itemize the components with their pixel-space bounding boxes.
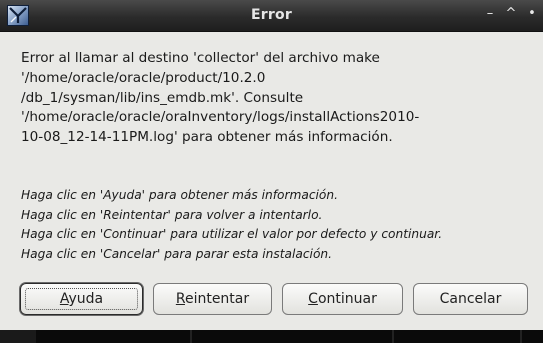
title-bar[interactable]: Error – ^ • (0, 0, 543, 32)
continuar-label-rest: ontinuar (317, 291, 377, 307)
continuar-mnemonic: C (308, 291, 318, 307)
error-message: Error al llamar al destino 'collector' d… (21, 49, 526, 148)
cancelar-label: Cancelar (439, 291, 502, 307)
continuar-button[interactable]: Continuar (282, 283, 403, 315)
maximize-icon[interactable]: ^ (503, 6, 519, 22)
window-title: Error (251, 7, 292, 23)
minimize-icon[interactable]: – (482, 6, 498, 22)
ayuda-label-rest: yuda (68, 291, 104, 307)
error-dialog: Error – ^ • Error al llamar al destino '… (0, 0, 543, 343)
hint-reintentar: Haga clic en 'Reintentar' para volver a … (21, 207, 323, 222)
reintentar-button[interactable]: Reintentar (153, 283, 272, 315)
hint-ayuda: Haga clic en 'Ayuda' para obtener más in… (21, 188, 338, 202)
error-message-line: '/home/oracle/oracle/product/10.2.0 (21, 69, 266, 86)
ayuda-mnemonic: A (59, 291, 69, 307)
background-divider (190, 330, 192, 343)
cancelar-button[interactable]: Cancelar (413, 283, 528, 315)
background-window-corner (0, 330, 36, 343)
error-message-line: Error al llamar al destino 'collector' d… (21, 50, 380, 66)
close-icon[interactable]: • (524, 6, 540, 22)
reintentar-label-rest: eintentar (184, 291, 250, 307)
background-window-edge (0, 330, 543, 343)
error-message-line: '/home/oracle/oracle/oraInventory/logs/i… (21, 109, 420, 126)
hint-continuar: Haga clic en 'Continuar' para utilizar e… (21, 227, 443, 242)
reintentar-mnemonic: R (175, 291, 185, 307)
background-divider (520, 330, 522, 343)
background-divider (392, 330, 394, 343)
hint-cancelar: Haga clic en 'Cancelar' para parar esta … (21, 247, 332, 262)
error-message-line: 10-08_12-14-11PM.log' para obtener más i… (21, 129, 393, 146)
error-message-line: /db_1/sysman/lib/ins_emdb.mk'. Consulte (21, 89, 304, 106)
ayuda-button[interactable]: Ayuda (20, 283, 143, 315)
instructions: Haga clic en 'Ayuda' para obtener más in… (21, 186, 536, 265)
